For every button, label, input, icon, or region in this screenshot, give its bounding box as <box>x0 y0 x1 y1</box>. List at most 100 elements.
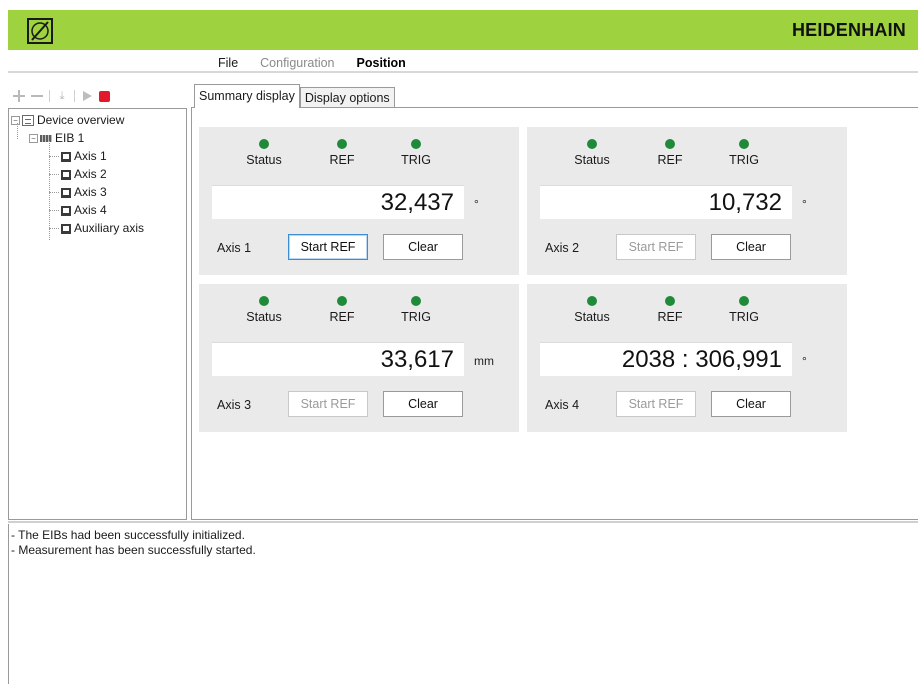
clear-button[interactable]: Clear <box>383 234 463 260</box>
tree-connector <box>49 174 59 175</box>
tree-label: Axis 4 <box>74 203 107 217</box>
axis-name-label: Axis 4 <box>545 398 580 412</box>
axis-icon <box>61 205 71 216</box>
trig-led-icon <box>411 139 421 149</box>
tree-item-device-overview[interactable]: − Device overview <box>11 111 144 129</box>
app-window: HEIDENHAIN File Configuration Position ⤓… <box>0 0 918 684</box>
axis-icon <box>61 169 71 180</box>
axis-icon <box>61 151 71 162</box>
start-ref-button[interactable]: Start REF <box>616 391 696 417</box>
collapse-icon[interactable]: − <box>29 134 38 144</box>
display-tabs: Summary display Display options <box>194 84 395 108</box>
play-icon[interactable] <box>81 90 93 102</box>
tree-label: Auxiliary axis <box>74 221 145 235</box>
ref-led-icon <box>337 139 347 149</box>
trig-led-icon <box>739 139 749 149</box>
position-readout: 33,617 <box>212 342 464 376</box>
minus-icon[interactable] <box>31 90 43 102</box>
ref-led-icon <box>665 139 675 149</box>
tree-label: Axis 2 <box>74 167 107 181</box>
clear-button[interactable]: Clear <box>383 391 463 417</box>
log-divider <box>8 521 918 523</box>
toolbar-separator <box>49 90 50 102</box>
menu-file[interactable]: File <box>218 56 238 70</box>
device-overview-icon <box>22 115 34 127</box>
unit-label: ° <box>802 197 807 211</box>
device-tree: − Device overview − EIB 1 Axis 1 Axis 2 Ax… <box>8 108 187 520</box>
download-icon[interactable]: ⤓ <box>56 90 68 102</box>
status-indicator: Status <box>562 296 622 324</box>
status-led-icon <box>587 139 597 149</box>
ref-indicator: REF <box>312 296 372 324</box>
axis-card-2: Status REF TRIG 10,732 ° Axis 2 Start RE… <box>527 127 847 275</box>
status-led-icon <box>259 139 269 149</box>
tree-item-eib[interactable]: − EIB 1 <box>11 129 144 147</box>
position-readout: 32,437 <box>212 185 464 219</box>
status-indicator: Status <box>234 139 294 167</box>
toolbar-separator <box>74 90 75 102</box>
tree-item-axis-4[interactable]: Axis 4 <box>11 201 144 219</box>
tree-item-auxiliary-axis[interactable]: Auxiliary axis <box>11 219 144 237</box>
device-panel: ⤓ − Device overview − EIB 1 Axis 1 Axis 2 <box>8 74 188 520</box>
start-ref-button[interactable]: Start REF <box>288 234 368 260</box>
status-indicator: Status <box>234 296 294 324</box>
unit-label: mm <box>474 354 494 368</box>
device-toolbar: ⤓ <box>13 88 110 104</box>
axis-card-4: Status REF TRIG 2038 : 306,991 ° Axis 4 … <box>527 284 847 432</box>
ref-indicator: REF <box>312 139 372 167</box>
status-led-icon <box>587 296 597 306</box>
tree-connector <box>49 156 59 157</box>
unit-label: ° <box>802 354 807 368</box>
trig-indicator: TRIG <box>714 296 774 324</box>
trig-led-icon <box>739 296 749 306</box>
collapse-icon[interactable]: − <box>11 116 20 126</box>
axis-name-label: Axis 3 <box>217 398 252 412</box>
axis-icon <box>61 187 71 198</box>
tree-connector <box>49 228 59 229</box>
tree-item-axis-3[interactable]: Axis 3 <box>11 183 144 201</box>
axis-logo-icon <box>27 18 53 44</box>
ref-indicator: REF <box>640 296 700 324</box>
menu-position[interactable]: Position <box>357 56 406 70</box>
tree-label: Axis 3 <box>74 185 107 199</box>
trig-indicator: TRIG <box>714 139 774 167</box>
start-ref-button[interactable]: Start REF <box>616 234 696 260</box>
clear-button[interactable]: Clear <box>711 391 791 417</box>
plus-icon[interactable] <box>13 90 25 102</box>
tree-label: EIB 1 <box>55 131 85 145</box>
brand-logo-text: HEIDENHAIN <box>791 20 906 40</box>
tree-label: Axis 1 <box>74 149 107 163</box>
message-log: - The EIBs had been successfully initial… <box>8 524 918 684</box>
axis-name-label: Axis 1 <box>217 241 252 255</box>
tab-summary-display[interactable]: Summary display <box>194 84 300 108</box>
axis-name-label: Axis 2 <box>545 241 580 255</box>
trig-led-icon <box>411 296 421 306</box>
position-readout: 2038 : 306,991 <box>540 342 792 376</box>
trig-indicator: TRIG <box>386 296 446 324</box>
status-indicator: Status <box>562 139 622 167</box>
menu-divider <box>8 71 918 73</box>
tree-item-axis-2[interactable]: Axis 2 <box>11 165 144 183</box>
tab-display-options[interactable]: Display options <box>299 87 395 108</box>
start-ref-button[interactable]: Start REF <box>288 391 368 417</box>
tree-connector <box>49 192 59 193</box>
log-line: - Measurement has been successfully star… <box>11 543 256 557</box>
ref-led-icon <box>665 296 675 306</box>
tree-item-axis-1[interactable]: Axis 1 <box>11 147 144 165</box>
axis-card-1: Status REF TRIG 32,437 ° Axis 1 Start RE… <box>199 127 519 275</box>
header-bar: HEIDENHAIN <box>8 10 918 50</box>
trig-indicator: TRIG <box>386 139 446 167</box>
eib-device-icon <box>40 135 52 143</box>
menu-configuration[interactable]: Configuration <box>260 56 334 70</box>
status-led-icon <box>259 296 269 306</box>
tree-connector <box>17 123 18 139</box>
stop-icon[interactable] <box>99 90 110 102</box>
ref-led-icon <box>337 296 347 306</box>
tree-connector <box>49 210 59 211</box>
unit-label: ° <box>474 197 479 211</box>
clear-button[interactable]: Clear <box>711 234 791 260</box>
tree-label: Device overview <box>37 113 125 127</box>
ref-indicator: REF <box>640 139 700 167</box>
axis-icon <box>61 223 71 234</box>
position-readout: 10,732 <box>540 185 792 219</box>
